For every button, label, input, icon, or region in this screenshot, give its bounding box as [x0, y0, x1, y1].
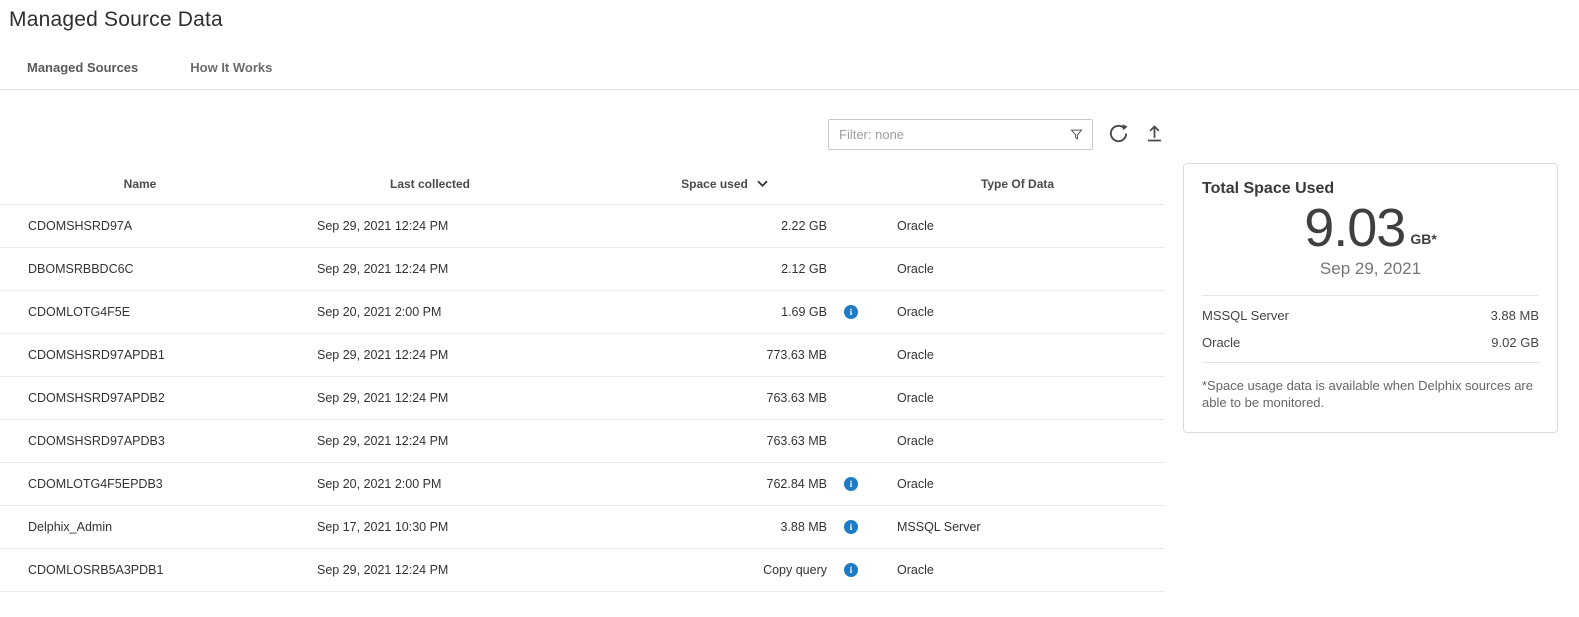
space-used-value: 773.63 MB [767, 348, 827, 362]
space-used-cell: 2.22 GB i [580, 219, 870, 233]
data-type: Oracle [870, 305, 1165, 319]
table-row[interactable]: CDOMLOTG4F5EPDB3 Sep 20, 2021 2:00 PM 76… [0, 463, 1165, 506]
chevron-down-icon[interactable] [756, 177, 769, 191]
last-collected: Sep 29, 2021 12:24 PM [280, 563, 580, 577]
data-type: Oracle [870, 477, 1165, 491]
space-used-cell: 1.69 GB i [580, 305, 870, 319]
column-header-name[interactable]: Name [0, 177, 280, 191]
filter-funnel-icon[interactable] [1069, 127, 1084, 142]
toolbar [0, 119, 1165, 150]
data-type: MSSQL Server [870, 520, 1165, 534]
table-row[interactable]: CDOMLOTG4F5E Sep 20, 2021 2:00 PM 1.69 G… [0, 291, 1165, 334]
data-type: Oracle [870, 219, 1165, 233]
managed-source-data-page: Managed Source Data Managed Sources How … [0, 0, 1579, 617]
last-collected: Sep 29, 2021 12:24 PM [280, 391, 580, 405]
source-name: CDOMLOSRB5A3PDB1 [0, 563, 280, 577]
refresh-button[interactable] [1107, 122, 1130, 148]
table-row[interactable]: CDOMSHSRD97APDB1 Sep 29, 2021 12:24 PM 7… [0, 334, 1165, 377]
tab-bar: Managed Sources How It Works [0, 32, 1579, 90]
info-icon[interactable]: i [844, 305, 858, 319]
space-used-cell: 762.84 MB i [580, 477, 870, 491]
breakdown-label: MSSQL Server [1202, 308, 1289, 323]
table-body: CDOMSHSRD97A Sep 29, 2021 12:24 PM 2.22 … [0, 205, 1165, 592]
source-name: DBOMSRBBDC6C [0, 262, 280, 276]
last-collected: Sep 20, 2021 2:00 PM [280, 477, 580, 491]
space-breakdown: MSSQL Server 3.88 MB Oracle 9.02 GB [1202, 295, 1539, 363]
space-used-cell: 773.63 MB i [580, 348, 870, 362]
column-header-last-collected[interactable]: Last collected [280, 177, 580, 191]
space-used-value: Copy query [763, 563, 827, 577]
source-name: CDOMSHSRD97APDB1 [0, 348, 280, 362]
breakdown-row: MSSQL Server 3.88 MB [1202, 302, 1539, 329]
source-name: CDOMSHSRD97APDB3 [0, 434, 280, 448]
table-row[interactable]: CDOMSHSRD97APDB3 Sep 29, 2021 12:24 PM 7… [0, 420, 1165, 463]
table-row[interactable]: DBOMSRBBDC6C Sep 29, 2021 12:24 PM 2.12 … [0, 248, 1165, 291]
filter-box[interactable] [828, 119, 1093, 150]
data-type: Oracle [870, 348, 1165, 362]
summary-footnote: *Space usage data is available when Delp… [1202, 377, 1539, 412]
source-name: CDOMSHSRD97A [0, 219, 280, 233]
breakdown-label: Oracle [1202, 335, 1240, 350]
source-name: Delphix_Admin [0, 520, 280, 534]
space-used-cell: 763.63 MB i [580, 434, 870, 448]
table-header: Name Last collected Space used Type Of D… [0, 164, 1165, 205]
last-collected: Sep 29, 2021 12:24 PM [280, 348, 580, 362]
info-icon[interactable]: i [844, 520, 858, 534]
space-used-value: 763.63 MB [767, 391, 827, 405]
main-content: Name Last collected Space used Type Of D… [0, 119, 1165, 592]
total-space-unit: GB* [1410, 231, 1436, 247]
space-used-cell: 3.88 MB i [580, 520, 870, 534]
column-header-type-of-data[interactable]: Type Of Data [870, 177, 1165, 191]
space-used-value: 2.12 GB [781, 262, 827, 276]
data-type: Oracle [870, 391, 1165, 405]
space-used-value: 3.88 MB [780, 520, 827, 534]
space-used-value: 2.22 GB [781, 219, 827, 233]
total-space-value: 9.03 GB* [1202, 200, 1539, 257]
tab-managed-sources[interactable]: Managed Sources [27, 60, 138, 75]
table-row[interactable]: Delphix_Admin Sep 17, 2021 10:30 PM 3.88… [0, 506, 1165, 549]
last-collected: Sep 17, 2021 10:30 PM [280, 520, 580, 534]
total-space-used-card: Total Space Used 9.03 GB* Sep 29, 2021 M… [1183, 163, 1558, 433]
breakdown-value: 3.88 MB [1491, 308, 1539, 323]
space-used-value: 1.69 GB [781, 305, 827, 319]
data-type: Oracle [870, 262, 1165, 276]
last-collected: Sep 29, 2021 12:24 PM [280, 262, 580, 276]
space-used-value: 762.84 MB [767, 477, 827, 491]
summary-title: Total Space Used [1202, 180, 1539, 198]
column-header-space-used[interactable]: Space used [580, 177, 870, 191]
last-collected: Sep 29, 2021 12:24 PM [280, 434, 580, 448]
source-name: CDOMLOTG4F5EPDB3 [0, 477, 280, 491]
tab-how-it-works[interactable]: How It Works [190, 60, 272, 75]
total-space-number: 9.03 [1304, 200, 1405, 257]
last-collected: Sep 29, 2021 12:24 PM [280, 219, 580, 233]
page-title: Managed Source Data [0, 0, 1579, 32]
upload-icon [1144, 123, 1165, 147]
space-used-value: 763.63 MB [767, 434, 827, 448]
source-name: CDOMSHSRD97APDB2 [0, 391, 280, 405]
table-row[interactable]: CDOMLOSRB5A3PDB1 Sep 29, 2021 12:24 PM C… [0, 549, 1165, 592]
table-row[interactable]: CDOMSHSRD97A Sep 29, 2021 12:24 PM 2.22 … [0, 205, 1165, 248]
space-used-cell: 763.63 MB i [580, 391, 870, 405]
table-row[interactable]: CDOMSHSRD97APDB2 Sep 29, 2021 12:24 PM 7… [0, 377, 1165, 420]
data-type: Oracle [870, 434, 1165, 448]
source-name: CDOMLOTG4F5E [0, 305, 280, 319]
summary-date: Sep 29, 2021 [1202, 259, 1539, 279]
export-button[interactable] [1144, 123, 1165, 147]
info-icon[interactable]: i [844, 477, 858, 491]
info-icon[interactable]: i [844, 563, 858, 577]
space-used-cell: 2.12 GB i [580, 262, 870, 276]
last-collected: Sep 20, 2021 2:00 PM [280, 305, 580, 319]
filter-input[interactable] [839, 127, 1069, 142]
data-type: Oracle [870, 563, 1165, 577]
space-used-cell: Copy query i [580, 563, 870, 577]
refresh-icon [1107, 122, 1130, 148]
breakdown-row: Oracle 9.02 GB [1202, 329, 1539, 356]
breakdown-value: 9.02 GB [1491, 335, 1539, 350]
